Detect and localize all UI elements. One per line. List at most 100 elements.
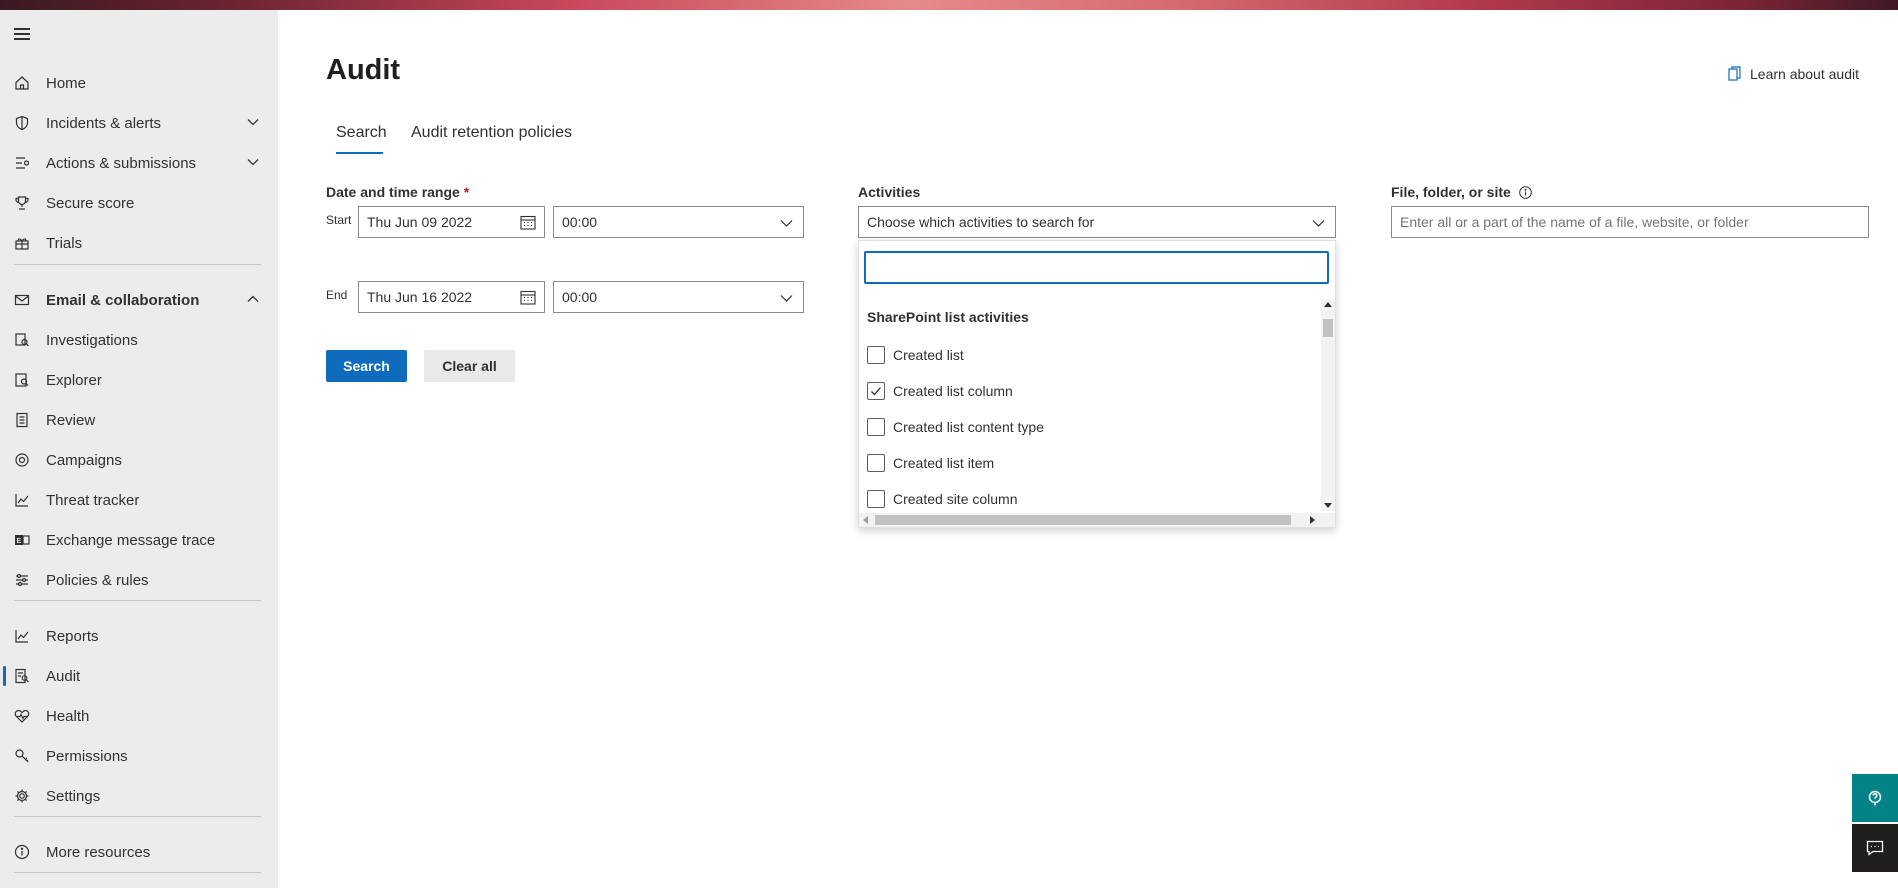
- sidebar-item-policies-rules[interactable]: Policies & rules: [0, 562, 278, 598]
- sidebar-item-investigations[interactable]: Investigations: [0, 322, 278, 358]
- sidebar-item-label: Incidents & alerts: [46, 114, 162, 132]
- activities-dropdown[interactable]: Choose which activities to search for: [858, 206, 1336, 238]
- chevron-down-icon: [247, 159, 259, 166]
- scroll-right-arrow-icon[interactable]: [1310, 516, 1315, 524]
- checkbox[interactable]: [867, 346, 885, 364]
- scroll-down-arrow-icon[interactable]: [1324, 503, 1332, 508]
- sidebar-divider: [14, 816, 261, 817]
- sidebar-item-incidents-alerts[interactable]: Incidents & alerts: [0, 105, 278, 141]
- sidebar-item-label: Campaigns: [46, 451, 122, 469]
- help-headset-icon: [1868, 790, 1882, 806]
- sidebar-item-settings[interactable]: Settings: [0, 778, 278, 814]
- reports-icon: [15, 630, 29, 643]
- scrollbar-thumb[interactable]: [1323, 319, 1333, 337]
- sidebar-item-health[interactable]: Health: [0, 698, 278, 734]
- sidebar-item-label: Actions & submissions: [46, 154, 197, 172]
- sliders-icon: [16, 573, 28, 587]
- activities-placeholder: Choose which activities to search for: [867, 214, 1095, 230]
- review-icon: [16, 412, 28, 428]
- sidebar-item-more-resources[interactable]: More resources: [0, 834, 278, 870]
- file-folder-site-label: File, folder, or site: [1391, 184, 1532, 200]
- checkmark-icon: [871, 387, 881, 396]
- sidebar-item-label: Home: [46, 74, 87, 92]
- required-indicator: *: [463, 184, 470, 200]
- sidebar-item-email-collaboration[interactable]: Email & collaboration: [0, 282, 278, 318]
- chevron-down-icon: [780, 295, 793, 302]
- checkbox[interactable]: [867, 490, 885, 508]
- campaigns-icon: [15, 453, 29, 467]
- horizontal-scrollbar[interactable]: [859, 513, 1335, 527]
- activities-filter-input[interactable]: [864, 251, 1329, 284]
- start-time-dropdown[interactable]: 00:00: [553, 206, 804, 238]
- scrollbar-thumb[interactable]: [875, 515, 1291, 525]
- sidebar-item-label: Settings: [46, 787, 101, 805]
- start-date-value: Thu Jun 09 2022: [367, 214, 473, 230]
- sidebar-divider: [14, 600, 261, 601]
- checkbox-checked[interactable]: [867, 382, 885, 400]
- activity-option-created-site-column[interactable]: Created site column: [867, 488, 1018, 510]
- key-icon: [15, 749, 29, 763]
- home-icon: [15, 76, 29, 90]
- calendar-icon[interactable]: [520, 215, 536, 230]
- sidebar-item-trials[interactable]: Trials: [0, 225, 278, 261]
- chevron-down-icon: [247, 119, 259, 126]
- activities-dropdown-panel: SharePoint list activities Created list …: [858, 240, 1336, 528]
- activity-option-created-list-item[interactable]: Created list item: [867, 452, 994, 474]
- checkbox[interactable]: [867, 454, 885, 472]
- gear-icon: [15, 789, 29, 803]
- sidebar-item-label: Secure score: [46, 194, 135, 212]
- sidebar-item-label: Health: [46, 707, 90, 725]
- search-button[interactable]: Search: [326, 350, 407, 382]
- sidebar-item-label: More resources: [46, 843, 151, 861]
- hamburger-menu-icon[interactable]: [14, 28, 30, 42]
- sidebar-item-home[interactable]: Home: [0, 65, 278, 101]
- tab-selected-indicator: [336, 152, 383, 154]
- learn-about-audit-label: Learn about audit: [1750, 66, 1859, 82]
- sidebar-divider: [14, 264, 261, 265]
- sidebar-item-label: Policies & rules: [46, 571, 149, 589]
- activity-option-created-list-content-type[interactable]: Created list content type: [867, 416, 1044, 438]
- sidebar-item-review[interactable]: Review: [0, 402, 278, 438]
- sidebar-item-label: Explorer: [46, 371, 102, 389]
- vertical-scrollbar[interactable]: [1321, 299, 1335, 511]
- activities-option-list: SharePoint list activities Created list …: [859, 299, 1321, 511]
- sidebar-item-threat-tracker[interactable]: Threat tracker: [0, 482, 278, 518]
- explorer-icon: [15, 373, 29, 387]
- calendar-icon[interactable]: [520, 290, 536, 305]
- learn-about-audit-link[interactable]: Learn about audit: [1728, 66, 1859, 82]
- sidebar-item-reports[interactable]: Reports: [0, 618, 278, 654]
- start-date-picker[interactable]: Thu Jun 09 2022: [358, 206, 545, 238]
- group-header: SharePoint list activities: [867, 309, 1029, 325]
- activity-option-created-list-column[interactable]: Created list column: [867, 380, 1013, 402]
- sidebar-item-explorer[interactable]: Explorer: [0, 362, 278, 398]
- heart-icon: [14, 709, 30, 723]
- help-button[interactable]: [1852, 774, 1898, 822]
- chevron-down-icon: [1312, 220, 1325, 227]
- sidebar-item-campaigns[interactable]: Campaigns: [0, 442, 278, 478]
- scroll-up-arrow-icon[interactable]: [1324, 302, 1332, 307]
- checkbox[interactable]: [867, 418, 885, 436]
- sidebar-item-secure-score[interactable]: Secure score: [0, 185, 278, 221]
- actions-icon: [16, 157, 30, 169]
- audit-icon: [15, 668, 29, 684]
- sidebar-item-permissions[interactable]: Permissions: [0, 738, 278, 774]
- activity-option-label: Created list column: [893, 383, 1013, 399]
- end-date-picker[interactable]: Thu Jun 16 2022: [358, 281, 545, 313]
- feedback-button[interactable]: [1852, 824, 1898, 872]
- clear-all-button[interactable]: Clear all: [424, 350, 515, 382]
- sidebar-item-actions-submissions[interactable]: Actions & submissions: [0, 145, 278, 181]
- info-icon[interactable]: [1518, 186, 1532, 199]
- activity-option-created-list[interactable]: Created list: [867, 344, 964, 366]
- end-time-dropdown[interactable]: 00:00: [553, 281, 804, 313]
- activities-label: Activities: [858, 184, 921, 200]
- scroll-left-arrow-icon[interactable]: [863, 516, 868, 524]
- info-icon: [14, 844, 30, 860]
- file-folder-site-input[interactable]: [1391, 206, 1869, 238]
- sidebar-item-exchange-message-trace[interactable]: E Exchange message trace: [0, 522, 278, 558]
- sidebar-item-label: Audit: [46, 667, 81, 685]
- sidebar-item-audit[interactable]: Audit: [0, 658, 278, 694]
- tab-search[interactable]: Search: [336, 124, 387, 142]
- sidebar-item-label: Email & collaboration: [46, 291, 200, 309]
- sidebar-item-label: Investigations: [46, 331, 138, 349]
- tab-audit-retention-policies[interactable]: Audit retention policies: [411, 124, 572, 142]
